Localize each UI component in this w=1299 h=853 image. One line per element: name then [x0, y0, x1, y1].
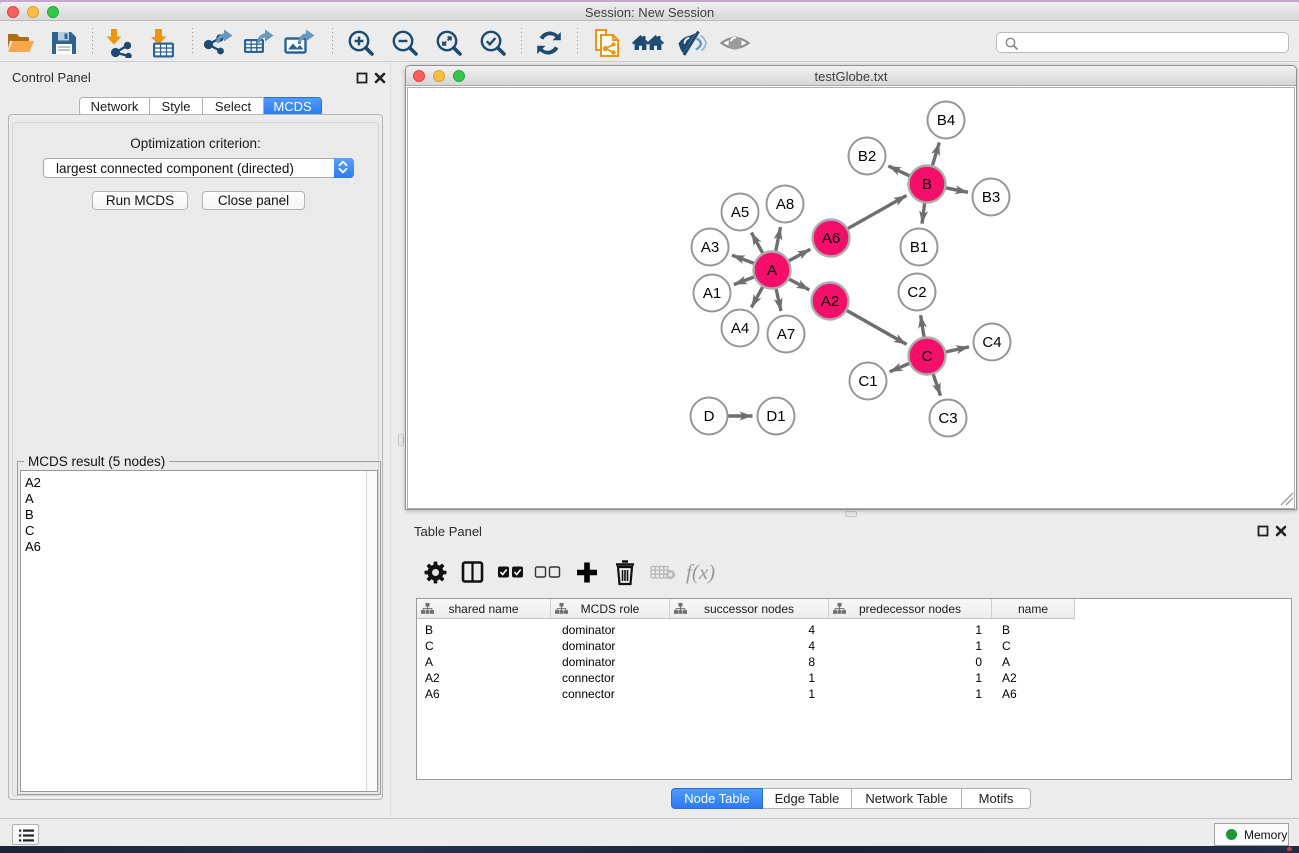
- svg-text:C3: C3: [938, 410, 957, 427]
- svg-text:A5: A5: [731, 204, 749, 221]
- svg-text:A3: A3: [701, 239, 719, 256]
- svg-text:A4: A4: [731, 320, 749, 337]
- svg-text:D: D: [704, 408, 715, 425]
- svg-text:A1: A1: [703, 285, 721, 302]
- svg-text:A2: A2: [821, 293, 839, 310]
- svg-text:B2: B2: [858, 148, 876, 165]
- svg-text:B4: B4: [937, 112, 955, 129]
- svg-text:B: B: [922, 176, 932, 193]
- svg-text:C: C: [922, 348, 933, 365]
- svg-text:A6: A6: [822, 230, 840, 247]
- svg-text:C4: C4: [982, 334, 1001, 351]
- svg-text:C1: C1: [858, 373, 877, 390]
- svg-text:C2: C2: [907, 284, 926, 301]
- svg-text:D1: D1: [766, 408, 785, 425]
- svg-text:B1: B1: [910, 239, 928, 256]
- svg-text:A7: A7: [777, 326, 795, 343]
- svg-text:A: A: [767, 262, 777, 279]
- svg-text:A8: A8: [776, 196, 794, 213]
- svg-text:B3: B3: [982, 189, 1000, 206]
